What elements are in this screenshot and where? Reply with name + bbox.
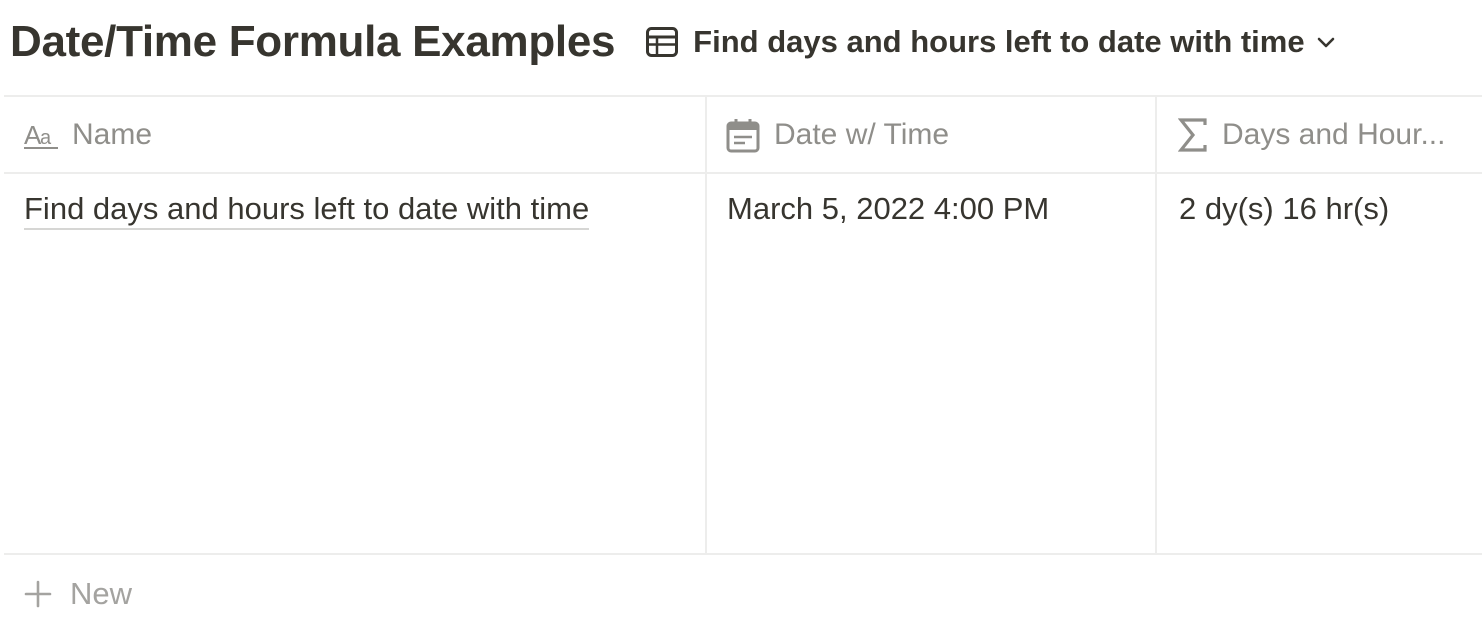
database-table: A a Name Date w/ Time Days and Hour... F… [4, 95, 1482, 555]
column-label: Date w/ Time [774, 118, 950, 151]
column-divider [1155, 95, 1157, 553]
calendar-icon [726, 119, 760, 153]
column-header-formula[interactable]: Days and Hour... [1178, 97, 1482, 173]
chevron-down-icon [1317, 37, 1334, 48]
new-row-label: New [70, 576, 133, 611]
view-selector-button[interactable]: Find days and hours left to date with ti… [645, 24, 1336, 60]
sigma-icon [1178, 118, 1207, 152]
column-divider [705, 95, 707, 553]
page-title: Date/Time Formula Examples [10, 17, 616, 66]
table-bottom-border [4, 553, 1482, 555]
view-name: Find days and hours left to date with ti… [693, 24, 1305, 59]
formula-cell[interactable]: 2 dy(s) 16 hr(s) [1179, 191, 1389, 227]
svg-text:a: a [40, 127, 52, 149]
column-label: Days and Hour... [1222, 118, 1446, 151]
page-header: Date/Time Formula Examples Find days and… [10, 14, 1337, 70]
column-header-name[interactable]: A a Name [24, 97, 694, 173]
page: Date/Time Formula Examples Find days and… [0, 0, 1482, 620]
new-row-button[interactable]: New [24, 574, 132, 614]
plus-icon [24, 580, 52, 608]
text-property-icon: A a [24, 120, 58, 150]
table-icon [646, 27, 679, 57]
row-title-link[interactable]: Find days and hours left to date with ti… [24, 191, 590, 230]
column-header-date[interactable]: Date w/ Time [726, 97, 1146, 173]
date-time-cell[interactable]: March 5, 2022 4:00 PM [727, 191, 1049, 227]
column-label: Name [72, 118, 153, 151]
